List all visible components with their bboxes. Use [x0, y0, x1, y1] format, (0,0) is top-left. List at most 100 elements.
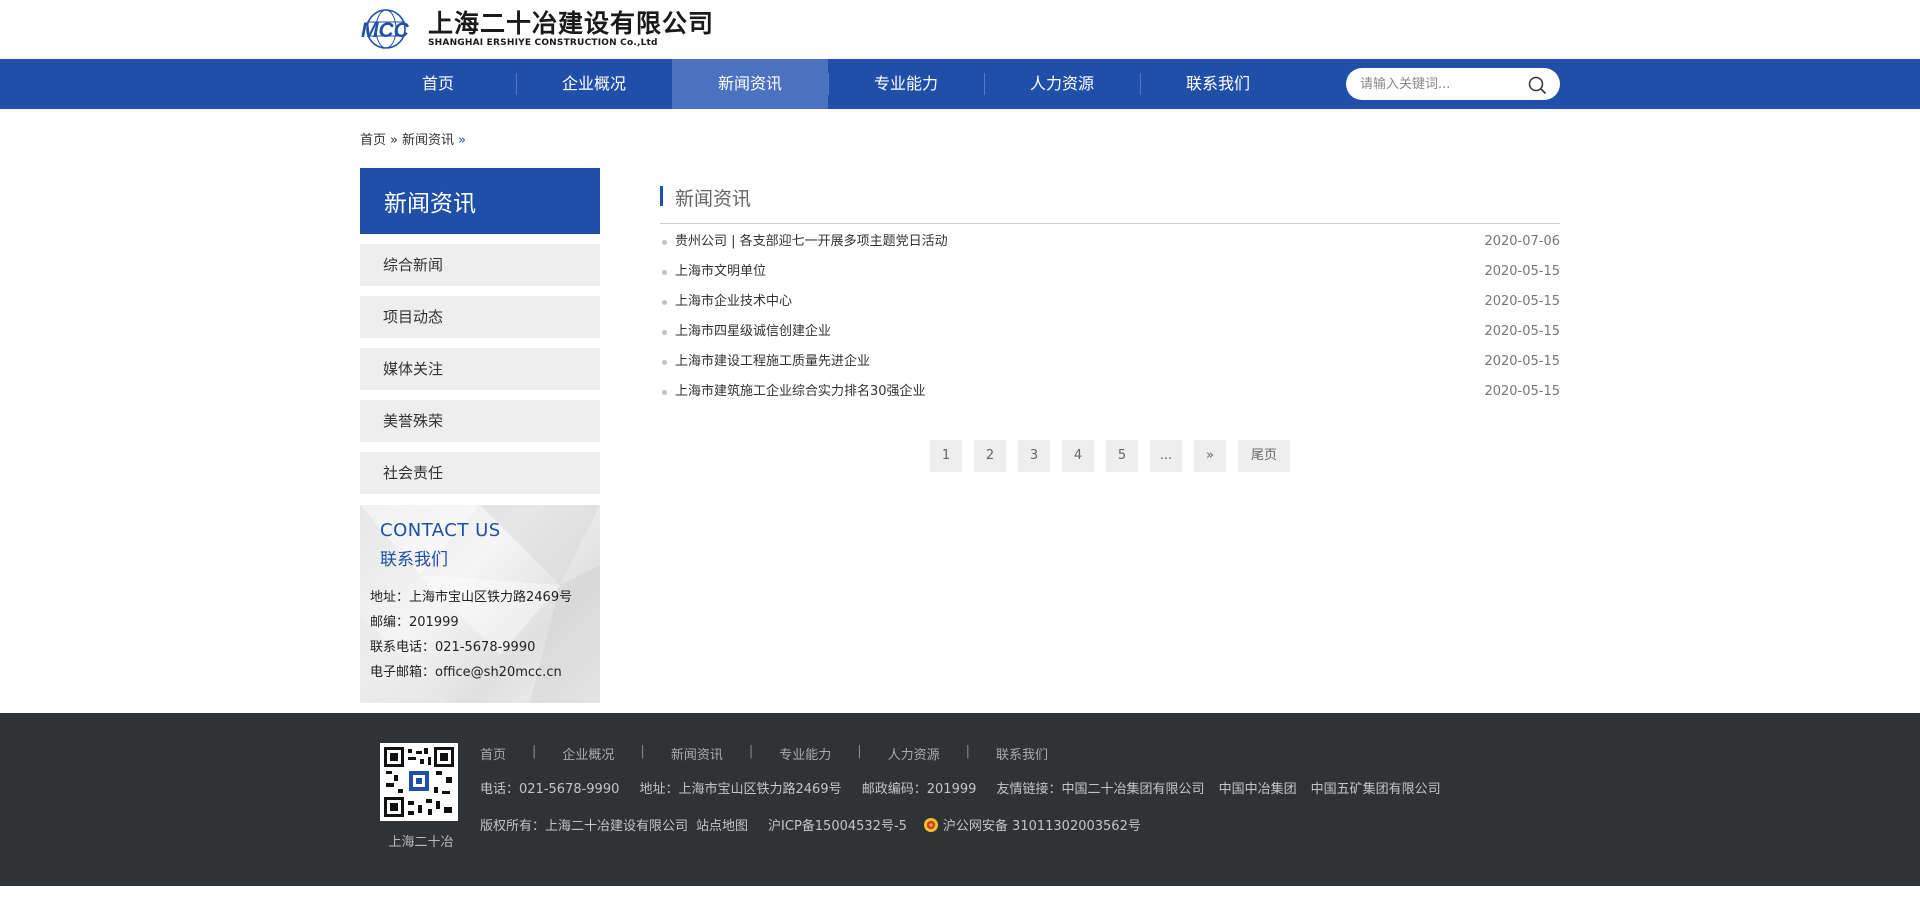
footer-link-20mcc[interactable]: 中国二十冶集团有限公司	[1062, 782, 1205, 797]
footer-contact-line: 电话：021-5678-9990 地址：上海市宝山区铁力路2469号 邮政编码：…	[480, 778, 1455, 797]
news-title[interactable]: 上海市文明单位	[675, 257, 766, 287]
footer-address: 地址：上海市宝山区铁力路2469号	[639, 782, 842, 797]
breadcrumb-home[interactable]: 首页	[360, 133, 386, 148]
footer-copyright-line: 版权所有：上海二十冶建设有限公司 站点地图 沪ICP备15004532号-5 沪…	[480, 815, 1155, 834]
footer-nav-contact[interactable]: 联系我们	[996, 744, 1048, 763]
news-date: 2020-07-06	[1484, 234, 1560, 249]
nav-item-contact[interactable]: 联系我们	[1140, 59, 1296, 109]
police-badge-icon	[923, 817, 939, 833]
news-date: 2020-05-15	[1484, 324, 1560, 339]
contact-phone: 联系电话：021-5678-9990	[370, 640, 536, 655]
contact-title-en: CONTACT US	[380, 520, 501, 541]
nav-item-hr[interactable]: 人力资源	[984, 59, 1140, 109]
footer-sitemap-link[interactable]: 站点地图	[696, 815, 748, 834]
nav-item-capability[interactable]: 专业能力	[828, 59, 984, 109]
last-page-button[interactable]: 尾页	[1238, 440, 1290, 472]
search-box	[1346, 68, 1560, 100]
news-item[interactable]: 上海市四星级诚信创建企业 2020-05-15	[660, 317, 1560, 347]
news-date: 2020-05-15	[1484, 384, 1560, 399]
main-content: 新闻资讯 贵州公司 | 各支部迎七一开展多项主题党日活动 2020-07-06 上…	[660, 168, 1560, 472]
page-bottom-strip	[0, 886, 1920, 909]
bullet-icon	[662, 240, 667, 245]
sidebar-item-general-news[interactable]: 综合新闻	[360, 244, 600, 286]
contact-address: 地址：上海市宝山区铁力路2469号	[370, 590, 573, 605]
news-item[interactable]: 贵州公司 | 各支部迎七一开展多项主题党日活动 2020-07-06	[660, 227, 1560, 257]
news-title[interactable]: 上海市四星级诚信创建企业	[675, 317, 831, 347]
contact-postcode: 邮编：201999	[370, 615, 459, 630]
footer-nav-divider: |	[965, 744, 971, 759]
footer-phone: 电话：021-5678-9990	[480, 782, 620, 797]
footer-nav-divider: |	[640, 744, 645, 759]
nav-item-about[interactable]: 企业概况	[516, 59, 672, 109]
footer-nav-capability[interactable]: 专业能力	[779, 744, 831, 763]
footer-nav-hr[interactable]: 人力资源	[888, 744, 940, 763]
nav-item-news[interactable]: 新闻资讯	[672, 59, 828, 109]
contact-panel: CONTACT US 联系我们 地址：上海市宝山区铁力路2469号 邮编：201…	[360, 505, 600, 703]
page-5-button[interactable]: 5	[1106, 440, 1138, 472]
sidebar-item-social-responsibility[interactable]: 社会责任	[360, 452, 600, 494]
bullet-icon	[662, 330, 667, 335]
news-item[interactable]: 上海市文明单位 2020-05-15	[660, 257, 1560, 287]
footer-nav-divider: |	[857, 744, 862, 759]
search-input[interactable]	[1360, 74, 1520, 94]
news-date: 2020-05-15	[1484, 294, 1560, 309]
news-title[interactable]: 上海市企业技术中心	[675, 287, 792, 317]
contact-title-cn: 联系我们	[380, 550, 448, 570]
news-item[interactable]: 上海市企业技术中心 2020-05-15	[660, 287, 1560, 317]
bullet-icon	[662, 270, 667, 275]
sidebar-item-project-news[interactable]: 项目动态	[360, 296, 600, 338]
footer-link-mcc[interactable]: 中国中冶集团	[1219, 782, 1297, 797]
news-title[interactable]: 贵州公司 | 各支部迎七一开展多项主题党日活动	[675, 227, 948, 257]
news-item[interactable]: 上海市建筑施工企业综合实力排名30强企业 2020-05-15	[660, 377, 1560, 407]
footer-police-record-link[interactable]: 沪公网安备 31011302003562号	[943, 815, 1141, 834]
bullet-icon	[662, 300, 667, 305]
section-header: 新闻资讯	[660, 168, 1560, 224]
logo-english-name: SHANGHAI ERSHIYE CONSTRUCTION Co.,Ltd	[428, 38, 658, 48]
next-page-button[interactable]: »	[1194, 440, 1226, 472]
logo-chinese-name: 上海二十冶建设有限公司	[428, 9, 715, 38]
footer-nav-divider: |	[532, 744, 537, 759]
page-1-button[interactable]: 1	[930, 440, 962, 472]
site-header: MCC 上海二十冶建设有限公司 SHANGHAI ERSHIYE CONSTRU…	[0, 0, 1920, 59]
pagination: 1 2 3 4 5 ... » 尾页	[660, 440, 1560, 472]
breadcrumb-current[interactable]: 新闻资讯	[402, 133, 454, 148]
page-3-button[interactable]: 3	[1018, 440, 1050, 472]
sidebar-item-honors[interactable]: 美誉殊荣	[360, 400, 600, 442]
page-ellipsis: ...	[1150, 440, 1182, 472]
footer-links-label: 友情链接：	[996, 782, 1062, 797]
news-title[interactable]: 上海市建筑施工企业综合实力排名30强企业	[675, 377, 926, 407]
qr-code-label: 上海二十冶	[388, 835, 454, 850]
news-list: 贵州公司 | 各支部迎七一开展多项主题党日活动 2020-07-06 上海市文明单…	[660, 227, 1560, 407]
title-accent-bar	[660, 186, 663, 206]
nav-item-home[interactable]: 首页	[360, 59, 516, 109]
news-title[interactable]: 上海市建设工程施工质量先进企业	[675, 347, 870, 377]
svg-text:MCC: MCC	[361, 19, 410, 42]
section-title: 新闻资讯	[675, 188, 752, 210]
mcc-logo-icon: MCC	[360, 8, 422, 50]
footer-nav-about[interactable]: 企业概况	[562, 744, 614, 763]
bullet-icon	[662, 390, 667, 395]
footer-icp-link[interactable]: 沪ICP备15004532号-5	[768, 815, 907, 834]
footer-postcode: 邮政编码：201999	[861, 782, 977, 797]
company-logo[interactable]: MCC 上海二十冶建设有限公司 SHANGHAI ERSHIYE CONSTRU…	[360, 8, 714, 50]
footer-link-minmetals[interactable]: 中国五矿集团有限公司	[1311, 782, 1441, 797]
main-nav: 首页 企业概况 新闻资讯 专业能力 人力资源 联系我们	[0, 59, 1920, 109]
sidebar-title: 新闻资讯	[360, 168, 600, 234]
qr-code-icon	[380, 743, 458, 821]
footer-copyright: 版权所有：上海二十冶建设有限公司	[480, 819, 689, 834]
page-2-button[interactable]: 2	[974, 440, 1006, 472]
news-date: 2020-05-15	[1484, 264, 1560, 279]
sidebar-item-media[interactable]: 媒体关注	[360, 348, 600, 390]
page-4-button[interactable]: 4	[1062, 440, 1094, 472]
footer-nav-home[interactable]: 首页	[480, 744, 506, 763]
sidebar: 新闻资讯 综合新闻 项目动态 媒体关注 美誉殊荣 社会责任 CONTACT US…	[360, 168, 600, 703]
contact-email: 电子邮箱：office@sh20mcc.cn	[370, 665, 562, 680]
search-icon[interactable]	[1526, 74, 1548, 96]
site-footer: 上海二十冶 首页 | 企业概况 | 新闻资讯 | 专业能力 | 人力资源 | 联…	[0, 713, 1920, 886]
news-date: 2020-05-15	[1484, 354, 1560, 369]
footer-nav-news[interactable]: 新闻资讯	[671, 744, 723, 763]
bullet-icon	[662, 360, 667, 365]
breadcrumb: 首页 » 新闻资讯 »	[360, 129, 466, 148]
footer-nav-divider: |	[748, 744, 754, 759]
news-item[interactable]: 上海市建设工程施工质量先进企业 2020-05-15	[660, 347, 1560, 377]
